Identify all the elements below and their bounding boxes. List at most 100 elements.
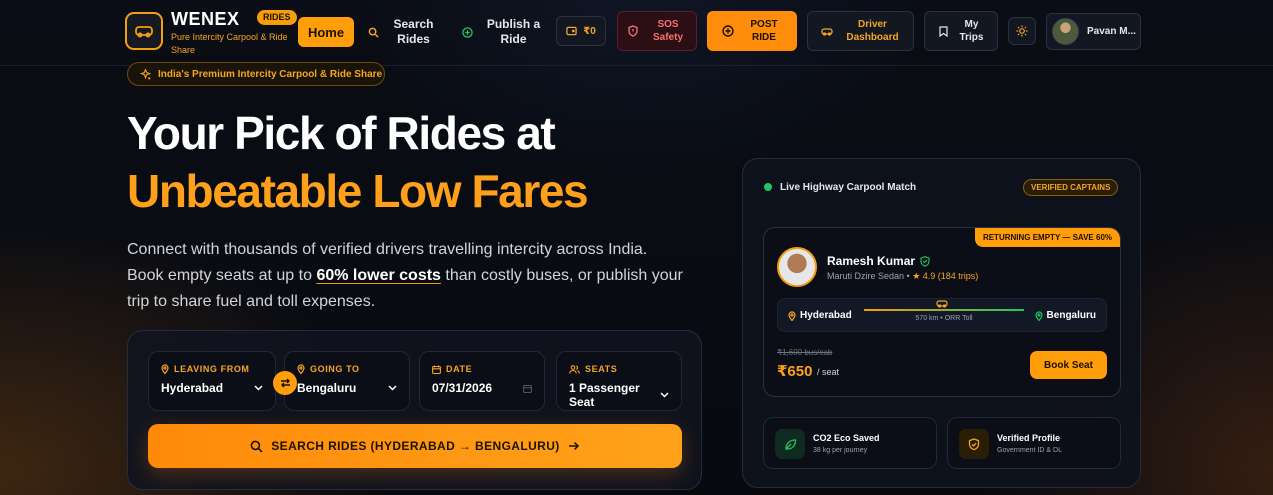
search-icon (250, 440, 263, 453)
route-origin: Hyderabad (788, 310, 852, 321)
plus-circle-icon (462, 26, 473, 38)
seats-value: 1 Passenger Seat (569, 381, 640, 409)
shield-alert-icon (628, 25, 638, 37)
home-button[interactable]: Home (298, 17, 354, 47)
ride-offer-card[interactable]: RETURNING EMPTY — SAVE 60% Ramesh Kumar … (763, 227, 1121, 397)
swap-icon (280, 378, 291, 388)
search-rides-label: Search Rides (393, 17, 434, 46)
date-label-row: DATE (432, 364, 532, 374)
brand-tagline: Pure Intercity Carpool & Ride Share (171, 32, 288, 55)
brand-logo[interactable] (125, 12, 163, 50)
car-icon (936, 299, 948, 308)
seats-field[interactable]: SEATS 1 Passenger Seat (556, 351, 682, 411)
driver-name: Ramesh Kumar (827, 254, 916, 268)
publish-ride-label: Publish a Ride (486, 17, 541, 46)
leaving-from-select[interactable]: Hyderabad (161, 381, 263, 395)
going-to-field[interactable]: GOING TO Bengaluru (284, 351, 410, 411)
per-seat-label: / seat (817, 367, 840, 377)
hero-description-highlight: 60% lower costs (316, 267, 441, 284)
date-value: 07/31/2026 (432, 381, 493, 395)
driver-rating: ★ 4.9 (184 trips) (912, 271, 979, 281)
route-distance: 570 km • ORR Toll (915, 315, 973, 322)
driver-dashboard-button[interactable]: Driver Dashboard (807, 11, 914, 51)
driver-dashboard-label: Driver Dashboard (846, 19, 899, 43)
hero-description: Connect with thousands of verified drive… (127, 237, 687, 315)
wallet-icon (566, 26, 577, 36)
live-match-title: Live Highway Carpool Match (780, 182, 917, 193)
plus-circle-icon (722, 25, 734, 37)
eco-saved-card: CO2 Eco Saved 38 kg per journey (763, 417, 937, 469)
chevron-down-icon (254, 385, 263, 391)
book-seat-button[interactable]: Book Seat (1030, 351, 1107, 379)
car-icon (135, 26, 153, 38)
theme-toggle-button[interactable] (1008, 17, 1036, 45)
top-navbar: WENEX RIDES Pure Intercity Carpool & Rid… (0, 0, 1273, 66)
live-indicator (764, 183, 772, 191)
map-pin-icon (788, 310, 796, 321)
my-trips-label: My Trips (959, 19, 984, 43)
avatar (777, 247, 817, 287)
users-icon (569, 364, 580, 374)
bookmark-icon (938, 25, 948, 37)
seats-select[interactable]: 1 Passenger Seat (569, 381, 669, 409)
brand-name: WENEX (171, 9, 240, 29)
seats-label: SEATS (585, 364, 618, 374)
sparkle-icon (140, 68, 151, 80)
shield-check-icon (959, 429, 989, 459)
calendar-picker-icon[interactable] (523, 384, 532, 393)
wallet-button[interactable]: ₹0 (556, 16, 606, 46)
hero-title-line-1: Your Pick of Rides at (127, 107, 556, 159)
publish-ride-link[interactable]: Publish a Ride (462, 15, 544, 49)
sun-icon (1016, 25, 1028, 37)
going-to-label-row: GOING TO (297, 364, 397, 374)
eco-saved-subtitle: 38 kg per journey (813, 447, 868, 454)
hero-chip: India's Premium Intercity Carpool & Ride… (127, 62, 385, 86)
leaving-from-field[interactable]: LEAVING FROM Hyderabad (148, 351, 276, 411)
search-rides-button[interactable]: SEARCH RIDES (HYDERABAD → BENGALURU) (148, 424, 682, 468)
going-to-label: GOING TO (310, 364, 360, 374)
sos-safety-button[interactable]: SOS Safety (617, 11, 697, 51)
brand-badge: RIDES (257, 10, 297, 25)
calendar-icon (432, 365, 441, 374)
post-ride-label: POST RIDE (750, 19, 778, 43)
ride-search-panel: LEAVING FROM Hyderabad GOING TO Bengalur… (127, 330, 702, 490)
search-icon (368, 27, 379, 38)
route-destination-label: Bengaluru (1046, 310, 1096, 321)
returning-empty-badge: RETURNING EMPTY — SAVE 60% (974, 228, 1120, 247)
leaf-icon (775, 429, 805, 459)
wallet-balance: ₹0 (583, 25, 596, 37)
date-input[interactable]: 07/31/2026 (432, 381, 532, 395)
verified-captains-badge: VERIFIED CAPTAINS (1023, 179, 1119, 196)
leaving-from-label: LEAVING FROM (174, 364, 250, 374)
route-summary: Hyderabad 570 km • ORR Toll Bengaluru (777, 298, 1107, 332)
verified-profile-subtitle: Government ID & DL (997, 447, 1062, 454)
swap-locations-button[interactable] (273, 371, 297, 395)
route-line (864, 309, 1024, 311)
driver-car: Maruti Dzire Sedan • (827, 271, 910, 281)
map-pin-icon (297, 364, 305, 374)
going-to-select[interactable]: Bengaluru (297, 381, 397, 395)
map-pin-icon (1034, 310, 1043, 321)
profile-name: Pavan M... (1087, 26, 1136, 37)
eco-saved-title: CO2 Eco Saved (813, 433, 880, 443)
chevron-down-icon (660, 392, 669, 398)
car-icon (820, 27, 833, 36)
profile-menu[interactable]: Pavan M... (1046, 13, 1141, 50)
leaving-from-label-row: LEAVING FROM (161, 364, 263, 374)
leaving-from-value: Hyderabad (161, 381, 224, 395)
driver-name-row: Ramesh Kumar (827, 254, 930, 268)
new-price: ₹650 (777, 363, 813, 380)
chevron-down-icon (388, 385, 397, 391)
sos-safety-label: SOS Safety (652, 19, 683, 43)
search-rides-link[interactable]: Search Rides (368, 15, 438, 49)
hero-chip-label: India's Premium Intercity Carpool & Ride… (158, 68, 383, 80)
my-trips-button[interactable]: My Trips (924, 11, 998, 51)
post-ride-button[interactable]: POST RIDE (707, 11, 797, 51)
live-match-card: Live Highway Carpool Match VERIFIED CAPT… (742, 158, 1141, 488)
avatar (1052, 18, 1079, 45)
date-field[interactable]: DATE 07/31/2026 (419, 351, 545, 411)
date-label: DATE (446, 364, 473, 374)
route-destination: Bengaluru (1034, 310, 1096, 321)
arrow-right-icon (568, 441, 580, 451)
search-rides-button-label: SEARCH RIDES (HYDERABAD → BENGALURU) (271, 439, 560, 453)
